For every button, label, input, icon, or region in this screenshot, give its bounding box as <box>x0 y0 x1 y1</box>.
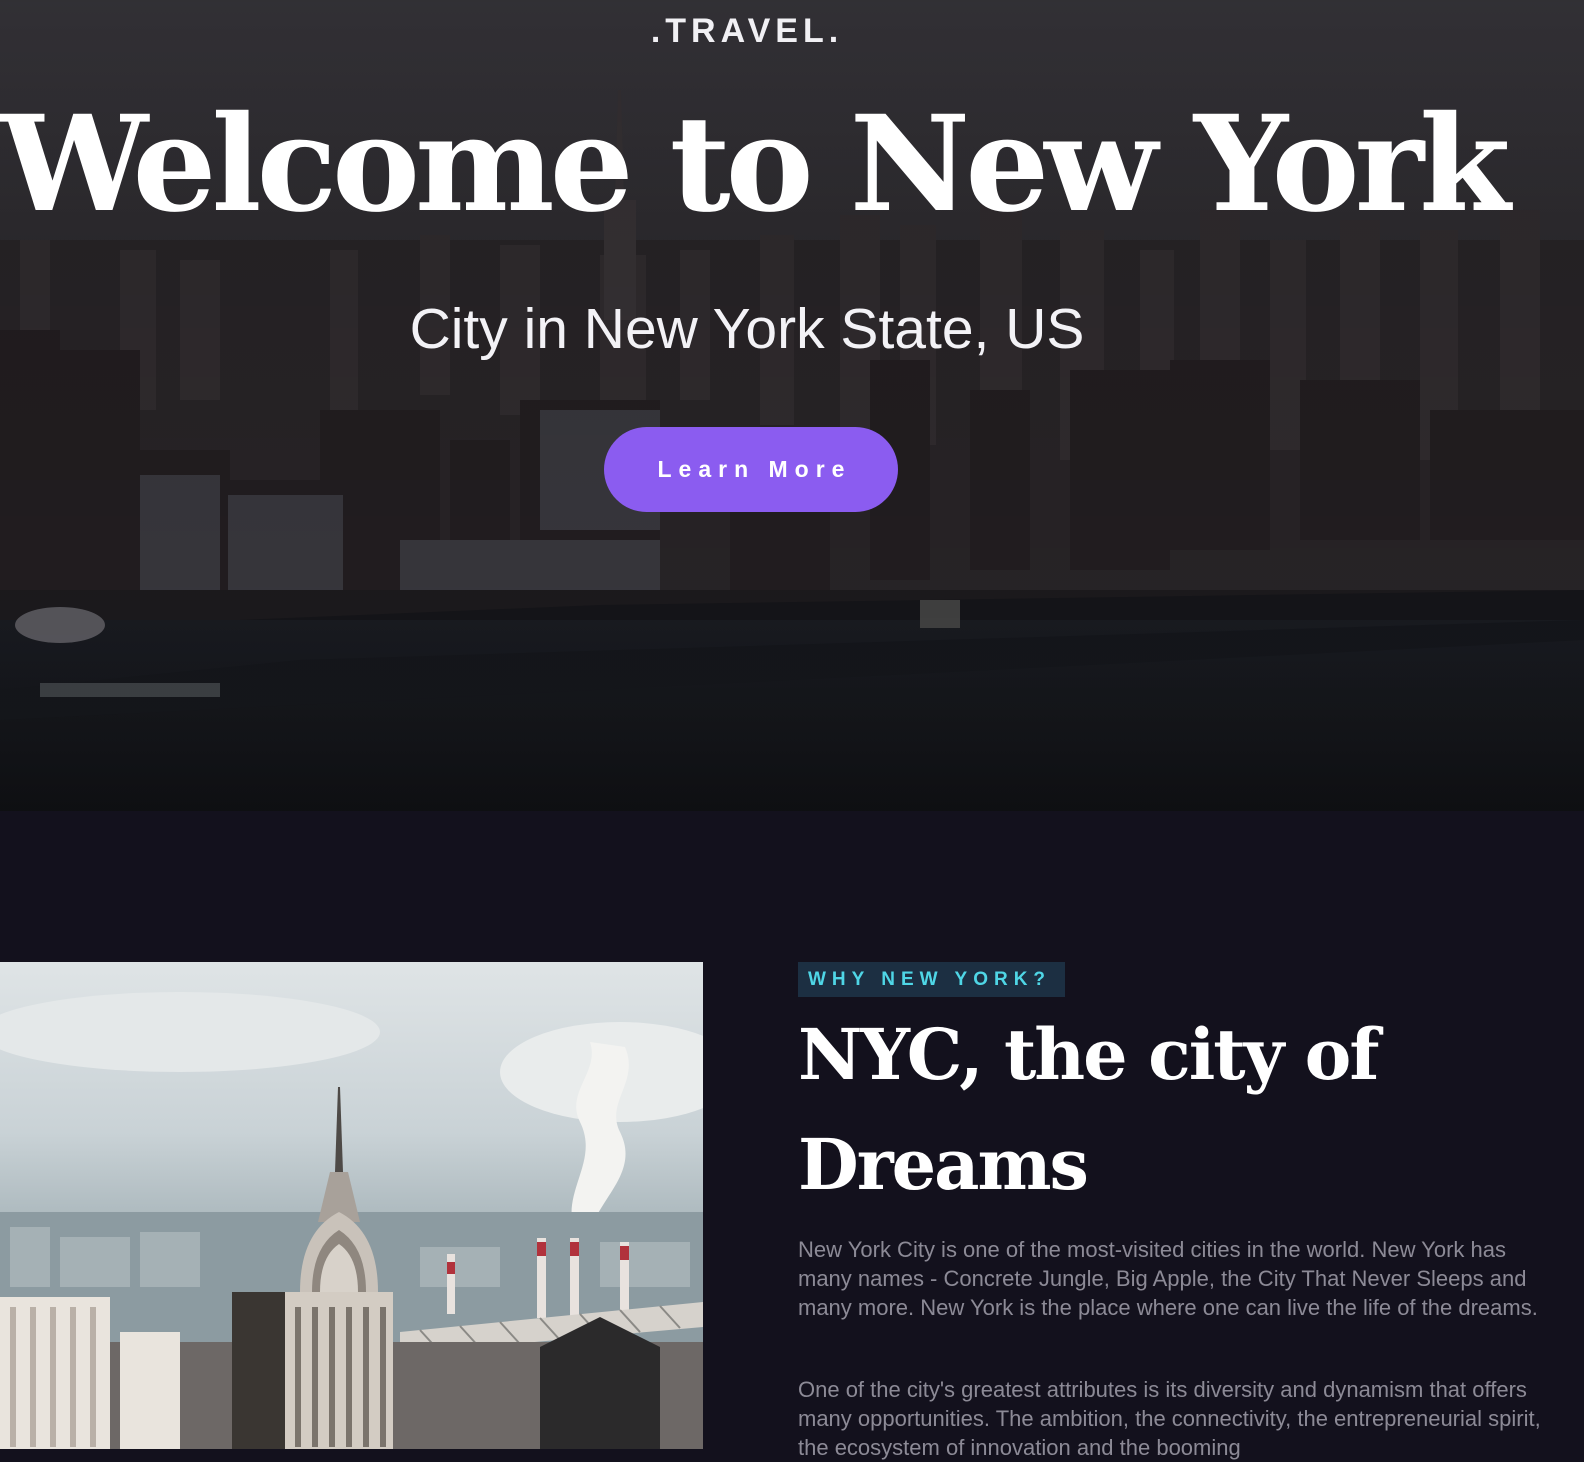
section-title: NYC, the city of Dreams <box>798 1013 1379 1206</box>
hero-section: .TRAVEL. Welcome to New York City in New… <box>0 0 1584 811</box>
about-paragraph-1: New York City is one of the most-visited… <box>798 1237 1538 1320</box>
brand-logo[interactable]: .TRAVEL. <box>0 12 1494 51</box>
section-eyebrow-label: WHY NEW YORK? <box>798 962 1066 997</box>
learn-more-button[interactable]: Learn More <box>604 427 898 512</box>
hero-subtitle: City in New York State, US <box>409 297 1085 361</box>
chrysler-building-image <box>0 962 703 1449</box>
hero-title: Welcome to New York <box>0 87 1511 242</box>
